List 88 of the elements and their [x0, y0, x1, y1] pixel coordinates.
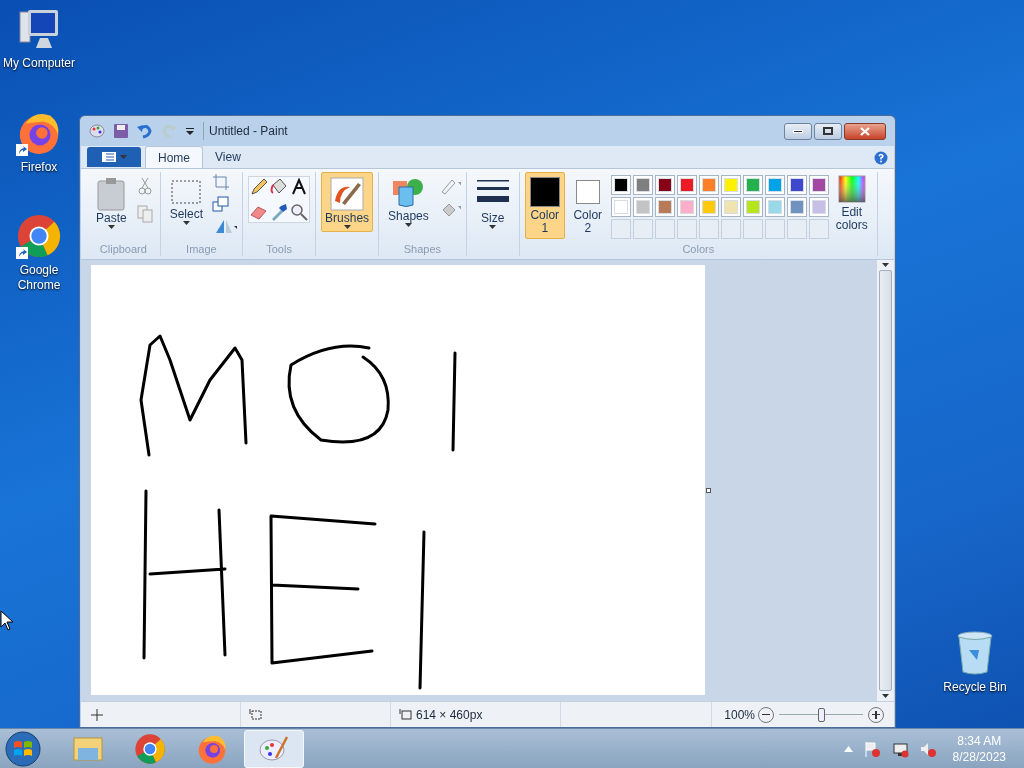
- palette-color[interactable]: [786, 175, 807, 195]
- save-icon[interactable]: [113, 123, 129, 139]
- zoom-slider[interactable]: [779, 707, 863, 722]
- minimize-button[interactable]: [784, 122, 812, 140]
- palette-color[interactable]: [654, 175, 675, 195]
- palette-color[interactable]: [676, 197, 697, 217]
- color-spectrum-icon: [837, 175, 866, 203]
- desktop-icon-label[interactable]: Google Chrome: [0, 263, 78, 293]
- vertical-scrollbar[interactable]: [877, 260, 894, 701]
- selection-size-icon: [249, 708, 263, 721]
- color-select-button[interactable]: Color 1: [524, 172, 565, 239]
- mouse-cursor-icon: [0, 610, 16, 632]
- group-label: Colors: [682, 242, 715, 256]
- flag-error-icon[interactable]: [862, 739, 881, 758]
- group-label: Clipboard: [99, 242, 147, 256]
- desktop-icon-label[interactable]: Firefox: [20, 160, 58, 175]
- shortcut-arrow-icon: [16, 144, 28, 156]
- help-icon[interactable]: [874, 151, 888, 165]
- brush-icon: [330, 177, 365, 211]
- image-size-text: 614 × 460px: [416, 706, 483, 724]
- copy-icon[interactable]: [134, 204, 155, 224]
- image-size-icon: [399, 708, 413, 721]
- palette-color[interactable]: [610, 175, 631, 195]
- selection-rectangle-icon: [170, 177, 203, 207]
- desktop-icon-label[interactable]: Recycle Bin: [943, 680, 1007, 695]
- palette-color[interactable]: [808, 197, 829, 217]
- caret-icon: [107, 225, 115, 229]
- clipboard-icon: [96, 177, 127, 211]
- ribbon-tool-button[interactable]: Brushes: [321, 172, 374, 232]
- group-label: Tools: [266, 242, 292, 256]
- group-label: Image: [186, 242, 217, 256]
- zoom-percent: 100%: [724, 706, 755, 724]
- ribbon-tab[interactable]: View: [203, 146, 253, 168]
- palette-color[interactable]: [742, 175, 763, 195]
- palette-color[interactable]: [786, 197, 807, 217]
- close-icon: [860, 126, 870, 136]
- show-hidden-icons-icon[interactable]: [843, 745, 853, 752]
- edit-colors-button[interactable]: Edit colors: [831, 172, 872, 239]
- caret-icon: [343, 225, 351, 229]
- palette-color[interactable]: [632, 197, 653, 217]
- palette-color[interactable]: [654, 197, 675, 217]
- palette-color[interactable]: [764, 197, 785, 217]
- group-label: Shapes: [403, 242, 442, 256]
- shapes-icon: [391, 177, 426, 209]
- recycle-bin-icon: [955, 630, 995, 676]
- chrome-icon: [16, 213, 62, 259]
- palette-color[interactable]: [720, 175, 741, 195]
- caret-icon: [882, 694, 889, 698]
- move-cursor-icon: [91, 708, 103, 721]
- caret-icon: [119, 155, 127, 159]
- palette-color[interactable]: [720, 197, 741, 217]
- palette-color[interactable]: [808, 175, 829, 195]
- close-button[interactable]: [844, 122, 886, 140]
- caret-icon: [882, 263, 889, 267]
- file-menu-button[interactable]: [87, 147, 141, 167]
- start-orb-icon: [5, 730, 41, 767]
- palette-color[interactable]: [742, 197, 763, 217]
- undo-icon[interactable]: [137, 123, 153, 139]
- pencil-icon[interactable]: [249, 177, 270, 197]
- shortcut-arrow-icon: [16, 247, 28, 259]
- ribbon-tool-button[interactable]: Size: [471, 172, 514, 232]
- maximize-button[interactable]: [814, 122, 842, 140]
- palette-icon: [89, 123, 105, 139]
- window-title: Untitled - Paint: [203, 122, 288, 140]
- resize-icon[interactable]: [211, 194, 232, 214]
- palette-color[interactable]: [764, 175, 785, 195]
- palette-color[interactable]: [632, 175, 653, 195]
- chrome-icon: [134, 732, 166, 765]
- ribbon-tool-button[interactable]: Paste: [92, 172, 131, 232]
- palette-color[interactable]: [676, 175, 697, 195]
- desktop-icon-label[interactable]: My Computer: [3, 56, 75, 71]
- caret-icon: [489, 225, 497, 229]
- color-select-button[interactable]: Color 2: [567, 172, 608, 239]
- caret-icon: [182, 221, 190, 225]
- magnifier-icon[interactable]: [289, 202, 310, 222]
- menu-icon: [101, 152, 116, 162]
- ribbon-tab[interactable]: Home: [145, 146, 203, 168]
- ribbon-tool-button[interactable]: Shapes: [384, 172, 433, 230]
- crop-icon[interactable]: [211, 172, 232, 192]
- palette-color[interactable]: [610, 197, 631, 217]
- palette-color[interactable]: [698, 197, 719, 217]
- customize-caret-icon[interactable]: [185, 126, 195, 136]
- ribbon-tool-button[interactable]: Select: [165, 172, 208, 236]
- caret-icon: [404, 223, 412, 227]
- drawing-canvas[interactable]: [91, 265, 705, 695]
- taskbar-app-button[interactable]: [244, 729, 304, 768]
- palette-color[interactable]: [698, 175, 719, 195]
- resize-handle[interactable]: [706, 488, 711, 493]
